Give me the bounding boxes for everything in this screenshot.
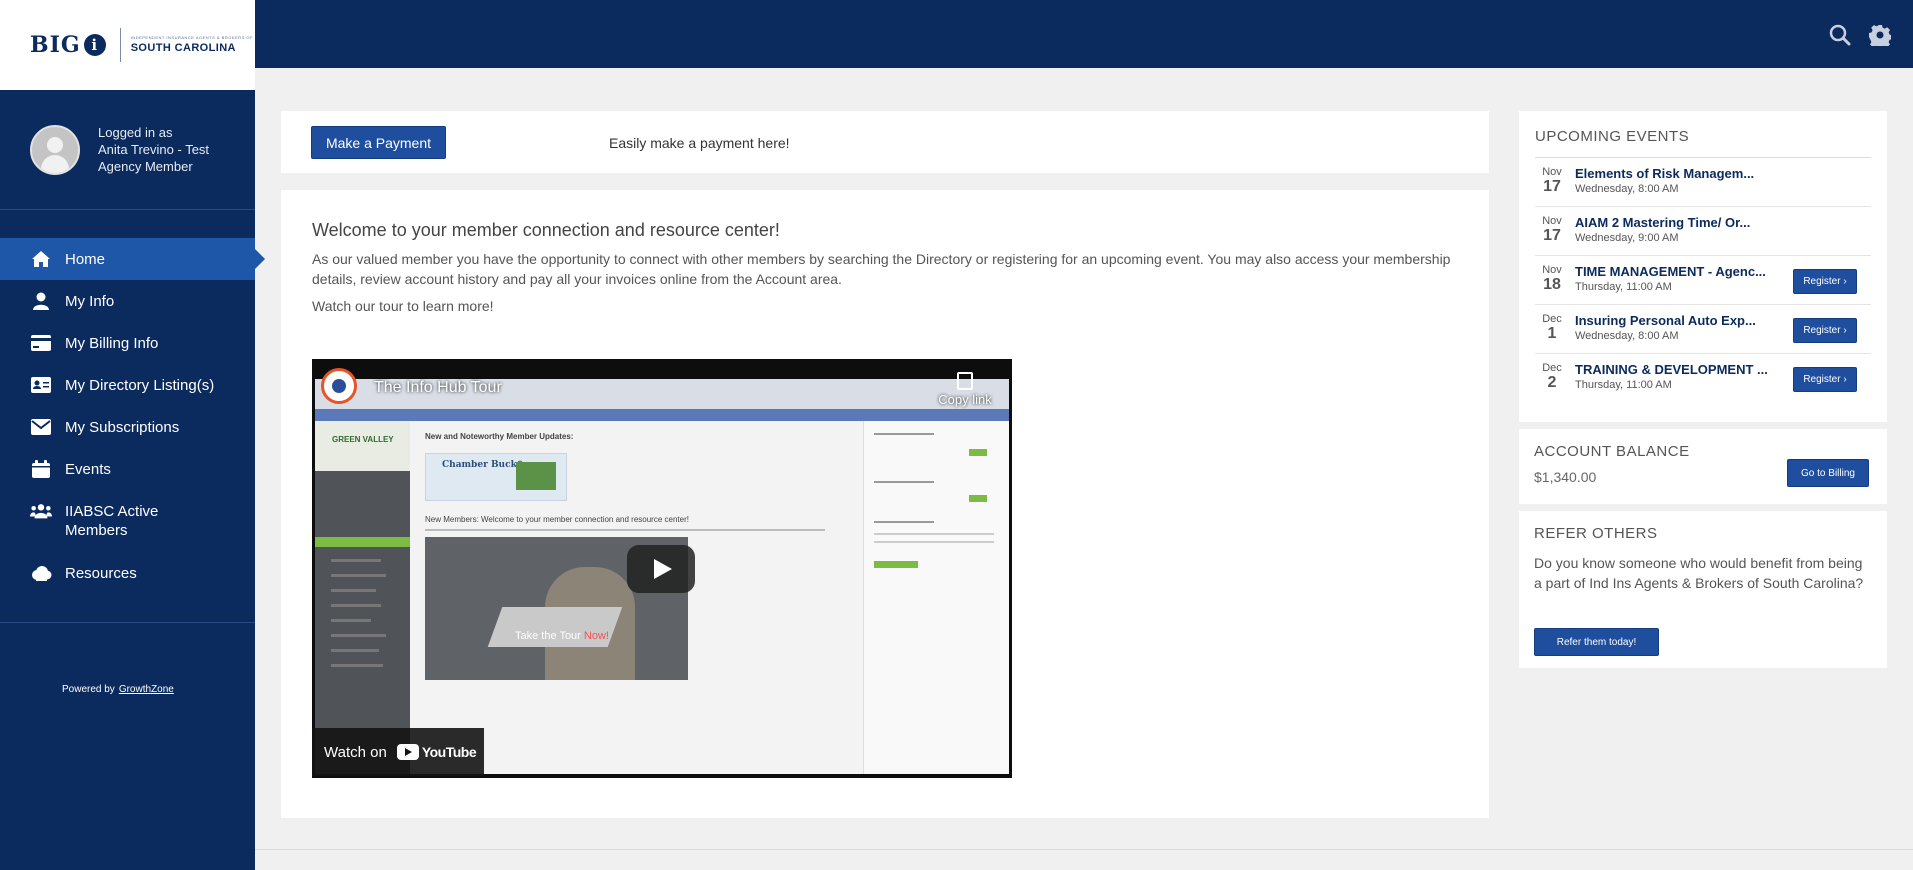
sidebar-item-label: IIABSC Active Members xyxy=(65,503,159,539)
sidebar-item-directory[interactable]: My Directory Listing(s) xyxy=(0,364,255,406)
event-item: Nov 18 TIME MANAGEMENT - Agenc... Thursda… xyxy=(1535,256,1871,305)
channel-avatar-icon[interactable] xyxy=(321,368,357,404)
logo-big-text: BIG i xyxy=(30,32,106,58)
sidebar-item-my-info[interactable]: My Info xyxy=(0,280,255,322)
register-button[interactable]: Register › xyxy=(1793,367,1857,392)
refer-button[interactable]: Refer them today! xyxy=(1534,628,1659,656)
copy-icon xyxy=(957,372,973,390)
upcoming-events-card: UPCOMING EVENTS Nov 17 Elements of Risk M… xyxy=(1519,111,1887,422)
event-item: Dec 2 TRAINING & DEVELOPMENT ... Thursday… xyxy=(1535,354,1871,403)
credit-card-icon xyxy=(30,334,52,352)
balance-title: ACCOUNT BALANCE xyxy=(1534,443,1690,460)
sidebar-item-label: My Billing Info xyxy=(65,334,159,352)
youtube-logo-icon: YouTube xyxy=(396,744,477,760)
event-date: Dec 1 xyxy=(1542,313,1562,342)
event-title-link[interactable]: Insuring Personal Auto Exp... xyxy=(1575,313,1775,328)
event-time: Wednesday, 8:00 AM xyxy=(1575,183,1679,195)
envelope-icon xyxy=(30,418,52,436)
sidebar-nav: Home My Info My Billing Info My Director… xyxy=(0,238,265,594)
event-date: Dec 2 xyxy=(1542,362,1562,391)
register-button[interactable]: Register › xyxy=(1793,318,1857,343)
welcome-title: Welcome to your member connection and re… xyxy=(312,220,780,240)
logo-i-icon: i xyxy=(83,34,106,56)
copy-link-button[interactable]: Copy link xyxy=(930,372,1000,407)
make-payment-button[interactable]: Make a Payment xyxy=(311,126,446,159)
sidebar-item-label: Events xyxy=(65,460,111,478)
events-title: UPCOMING EVENTS xyxy=(1535,128,1690,145)
sidebar: BIG i INDEPENDENT INSURANCE AGENTS & BROK… xyxy=(0,0,265,870)
event-title-link[interactable]: Elements of Risk Managem... xyxy=(1575,166,1775,181)
refer-others-card: REFER OTHERS Do you know someone who wou… xyxy=(1519,511,1887,668)
welcome-tour-text: Watch our tour to learn more! xyxy=(312,298,494,314)
event-item: Nov 17 AIAM 2 Mastering Time/ Or... Wedne… xyxy=(1535,207,1871,256)
event-item: Nov 17 Elements of Risk Managem... Wednes… xyxy=(1535,158,1871,207)
event-date: Nov 18 xyxy=(1542,264,1562,293)
avatar[interactable] xyxy=(30,124,80,175)
youtube-video-embed[interactable]: GREEN VALLEY New and Noteworthy Member U… xyxy=(312,359,1012,778)
id-card-icon xyxy=(30,376,52,394)
user-icon xyxy=(30,292,52,310)
event-item: Dec 1 Insuring Personal Auto Exp... Wedne… xyxy=(1535,305,1871,354)
go-to-billing-button[interactable]: Go to Billing xyxy=(1787,459,1869,487)
sidebar-item-label: My Subscriptions xyxy=(65,418,180,436)
top-bar xyxy=(255,0,1913,68)
payment-card: Make a Payment Easily make a payment her… xyxy=(281,111,1489,173)
sidebar-item-label: My Info xyxy=(65,292,115,310)
video-title[interactable]: The Info Hub Tour xyxy=(374,379,502,397)
logo-divider xyxy=(119,28,121,62)
refer-text: Do you know someone who would benefit fr… xyxy=(1534,555,1864,591)
sidebar-item-resources[interactable]: Resources xyxy=(0,552,255,594)
logged-in-label: Logged in as xyxy=(98,125,173,140)
account-balance-card: ACCOUNT BALANCE $1,340.00 Go to Billing xyxy=(1519,429,1887,504)
event-time: Wednesday, 9:00 AM xyxy=(1575,232,1679,244)
sidebar-item-billing[interactable]: My Billing Info xyxy=(0,322,255,364)
payment-text: Easily make a payment here! xyxy=(609,135,790,151)
sidebar-item-subscriptions[interactable]: My Subscriptions xyxy=(0,406,255,448)
user-name: Anita Trevino - Test Agency Member xyxy=(98,142,210,174)
sidebar-item-label: My Directory Listing(s) xyxy=(65,376,215,394)
brand-logo[interactable]: BIG i INDEPENDENT INSURANCE AGENTS & BROK… xyxy=(0,0,255,90)
register-button[interactable]: Register › xyxy=(1793,269,1857,294)
event-time: Thursday, 11:00 AM xyxy=(1575,379,1672,391)
welcome-body: As our valued member you have the opport… xyxy=(312,251,1451,287)
sidebar-item-label: Home xyxy=(65,250,106,268)
powered-by: Powered by GrowthZone xyxy=(62,684,174,695)
growthzone-link[interactable]: GrowthZone xyxy=(119,684,174,695)
refer-title: REFER OTHERS xyxy=(1534,525,1658,542)
sidebar-item-events[interactable]: Events xyxy=(0,448,255,490)
event-title-link[interactable]: TIME MANAGEMENT - Agenc... xyxy=(1575,264,1775,279)
footer-divider xyxy=(255,849,1913,850)
event-date: Nov 17 xyxy=(1542,166,1562,195)
search-icon[interactable] xyxy=(1829,24,1851,46)
event-time: Wednesday, 8:00 AM xyxy=(1575,330,1679,342)
sidebar-item-label: Resources xyxy=(65,564,137,582)
home-icon xyxy=(30,250,52,268)
welcome-card: Welcome to your member connection and re… xyxy=(281,190,1489,818)
users-icon xyxy=(30,502,52,520)
user-info: Logged in as Anita Trevino - Test Agency… xyxy=(0,90,255,210)
sidebar-item-active-members[interactable]: IIABSC Active Members xyxy=(0,490,255,552)
logo-state: SOUTH CAROLINA xyxy=(130,42,236,54)
sidebar-item-home[interactable]: Home xyxy=(0,238,265,280)
gear-icon[interactable] xyxy=(1869,24,1892,50)
watch-on-youtube-button[interactable]: Watch on YouTube xyxy=(312,728,484,776)
calendar-icon xyxy=(30,460,52,478)
event-title-link[interactable]: TRAINING & DEVELOPMENT ... xyxy=(1575,362,1775,377)
play-button[interactable] xyxy=(627,545,695,593)
cloud-icon xyxy=(30,564,52,582)
balance-amount: $1,340.00 xyxy=(1534,469,1597,485)
event-time: Thursday, 11:00 AM xyxy=(1575,281,1672,293)
event-title-link[interactable]: AIAM 2 Mastering Time/ Or... xyxy=(1575,215,1775,230)
sidebar-divider xyxy=(0,622,255,623)
event-date: Nov 17 xyxy=(1542,215,1562,244)
